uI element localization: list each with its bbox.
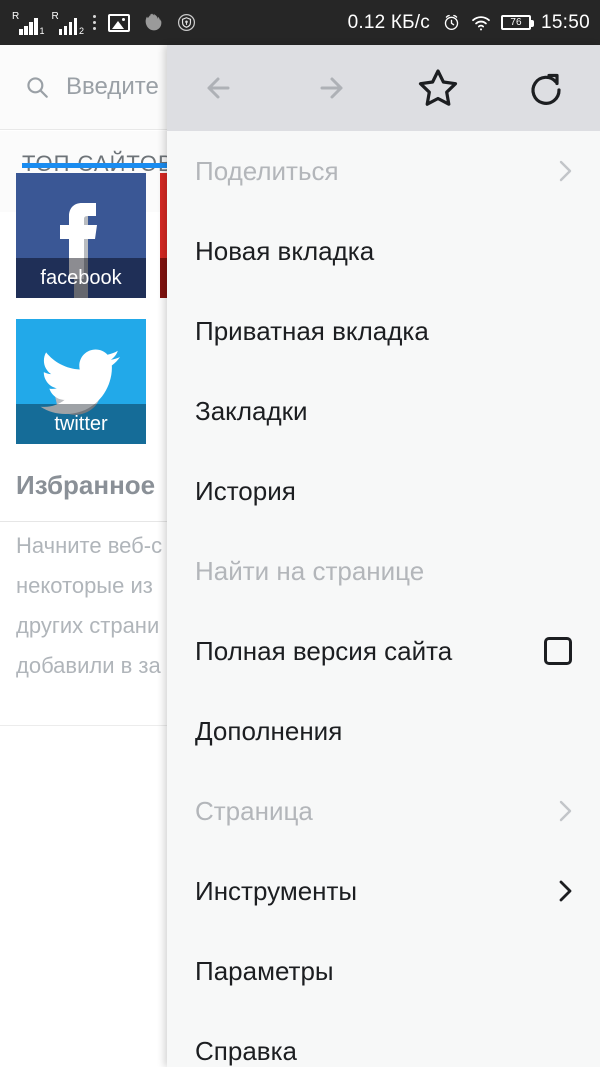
browser-overflow-menu: Поделиться Новая вкладка Приватная вклад… [167, 45, 600, 1067]
tile-facebook[interactable]: facebook [16, 173, 146, 298]
menu-item-page[interactable]: Страница [167, 771, 600, 851]
menu-item-new-tab[interactable]: Новая вкладка [167, 211, 600, 291]
menu-header [167, 45, 600, 131]
menu-item-bookmarks[interactable]: Закладки [167, 371, 600, 451]
status-bar-left: R 1 R 2 [12, 10, 196, 36]
more-vertical-icon [93, 15, 96, 30]
status-bar: R 1 R 2 0.12 КБ/с 76 15:50 [0, 0, 600, 45]
menu-item-desktop-site[interactable]: Полная версия сайта [167, 611, 600, 691]
network-speed-label: 0.12 КБ/с [347, 11, 430, 33]
reload-button[interactable] [492, 45, 600, 131]
back-button[interactable] [167, 45, 275, 131]
chevron-right-icon [559, 160, 572, 182]
menu-item-label: Полная версия сайта [195, 635, 453, 666]
desktop-site-checkbox[interactable] [544, 637, 572, 665]
menu-item-label: Справка [195, 1035, 297, 1066]
shield-icon [177, 13, 196, 32]
menu-item-label: Страница [195, 795, 313, 826]
checkbox-unchecked-icon [544, 637, 572, 665]
status-bar-right: 0.12 КБ/с 76 15:50 [348, 12, 590, 34]
menu-item-label: Приватная вкладка [195, 315, 429, 346]
signal-bars-roaming-icon-2: R 2 [51, 10, 85, 36]
tile-twitter[interactable]: twitter [16, 319, 146, 444]
menu-item-label: Закладки [195, 395, 308, 426]
signal-bars-roaming-icon-1: R 1 [12, 10, 45, 36]
chevron-right-icon [559, 880, 572, 902]
alarm-clock-icon [442, 13, 461, 32]
sim-index-2: 2 [78, 25, 84, 36]
clock-label: 15:50 [540, 11, 590, 33]
sim-index-1: 1 [39, 25, 45, 36]
menu-item-private-tab[interactable]: Приватная вкладка [167, 291, 600, 371]
menu-item-label: Поделиться [195, 155, 339, 186]
tile-label: facebook [16, 258, 146, 298]
wifi-icon [471, 15, 491, 31]
menu-item-history[interactable]: История [167, 451, 600, 531]
menu-item-share[interactable]: Поделиться [167, 131, 600, 211]
firefox-icon [143, 12, 164, 33]
menu-item-addons[interactable]: Дополнения [167, 691, 600, 771]
menu-item-settings[interactable]: Параметры [167, 931, 600, 1011]
roaming-label-2: R [51, 10, 59, 22]
bookmark-button[interactable] [384, 45, 492, 131]
menu-item-help[interactable]: Справка [167, 1011, 600, 1067]
battery-level-label: 76 [510, 16, 522, 28]
menu-item-list: Поделиться Новая вкладка Приватная вклад… [167, 131, 600, 1067]
tile-label: twitter [16, 404, 146, 444]
battery-icon: 76 [500, 15, 534, 30]
menu-item-label: Новая вкладка [195, 235, 375, 266]
image-icon [108, 13, 130, 32]
menu-item-label: Параметры [195, 955, 334, 986]
forward-button[interactable] [275, 45, 383, 131]
menu-item-label: Инструменты [195, 875, 358, 906]
menu-item-tools[interactable]: Инструменты [167, 851, 600, 931]
menu-item-find-in-page[interactable]: Найти на странице [167, 531, 600, 611]
menu-item-label: Найти на странице [195, 555, 425, 586]
search-icon [24, 74, 50, 100]
search-input-placeholder[interactable]: Введите [66, 73, 159, 101]
menu-item-label: Дополнения [195, 715, 343, 746]
favorites-title: Избранное [16, 470, 156, 500]
menu-item-label: История [195, 475, 296, 506]
chevron-right-icon [559, 800, 572, 822]
roaming-label-1: R [12, 10, 20, 22]
screen: R 1 R 2 0.12 КБ/с 76 15:50 Введите faceb… [0, 0, 600, 1067]
